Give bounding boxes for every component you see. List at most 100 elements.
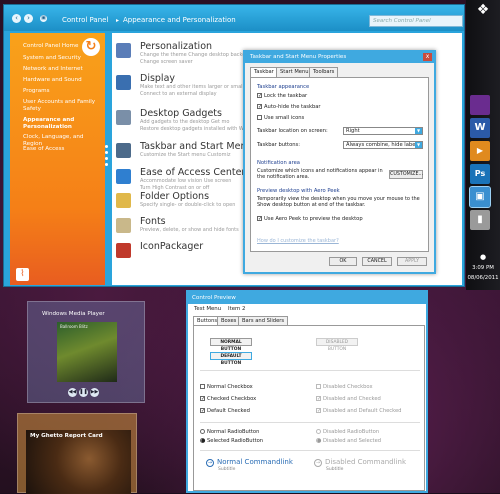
normal-radio[interactable]: Normal RadioButton (200, 429, 259, 435)
apply-button[interactable]: APPLY (397, 257, 427, 266)
sidebar-item-ease-of-access[interactable]: Ease of Access (23, 146, 103, 153)
category-title[interactable]: Folder Options (140, 191, 209, 202)
category-links[interactable]: Add gadgets to the desktop Get mo (140, 119, 250, 125)
normal-checkbox[interactable]: Normal Checkbox (200, 384, 253, 390)
sidebar-item-home[interactable]: Control Panel Home (23, 43, 103, 50)
default-button[interactable]: DEFAULT BUTTON (210, 352, 252, 366)
photoshop-icon[interactable]: Ps (470, 164, 490, 184)
previous-icon[interactable]: ◀◀ (68, 388, 77, 397)
location-label: Taskbar location on screen: (257, 128, 328, 134)
network-status-icon[interactable]: ● (466, 253, 500, 261)
search-input[interactable]: Search Control Panel (369, 15, 463, 27)
device-icon[interactable]: ▮ (470, 210, 490, 230)
default-checked-label: Default Checked (207, 408, 250, 414)
category-links-2[interactable]: Change screen saver (140, 59, 193, 65)
category-links[interactable]: Specify single- or double-click to open (140, 202, 250, 208)
checkbox-empty-icon (257, 115, 262, 120)
radio-empty-icon (316, 429, 321, 434)
divider (200, 450, 420, 451)
disabled-selected-radio-label: Disabled and Selected (323, 438, 382, 444)
normal-button[interactable]: NORMAL BUTTON (210, 338, 252, 352)
dialog-title: Taskbar and Start Menu Properties (245, 52, 434, 63)
breadcrumb-appearance[interactable]: Appearance and Personalization (123, 16, 236, 24)
group-taskbar-appearance: Taskbar appearance (257, 84, 310, 90)
forward-icon[interactable]: › (24, 14, 33, 23)
sidebar-item-hardware[interactable]: Hardware and Sound (23, 77, 103, 84)
control-panel-icon[interactable]: ▣ (469, 186, 491, 208)
category-title[interactable]: Display (140, 73, 175, 84)
media-player-title: Windows Media Player (42, 311, 105, 317)
cancel-button[interactable]: CANCEL (362, 257, 392, 266)
help-link[interactable]: How do I customize the taskbar? (257, 238, 339, 244)
small-icons-label: Use small icons (264, 115, 305, 121)
category-links[interactable]: Make text and other items larger or smal… (140, 84, 250, 90)
menu-test[interactable]: Test Menu (194, 306, 221, 312)
media-player-window: Windows Media Player Ballroom Blitz ◀◀ ❚❚… (27, 301, 145, 403)
buttons-select[interactable]: Always combine, hide labels ▼ (343, 141, 423, 149)
category-links[interactable]: Preview, delete, or show and hide fonts (140, 227, 250, 233)
category-title[interactable]: Fonts (140, 216, 166, 227)
category-links-2[interactable]: Restore desktop gadgets installed with W (140, 126, 244, 132)
disabled-radio: Disabled RadioButton (316, 429, 379, 435)
menu-item-2[interactable]: Item 2 (228, 306, 245, 312)
clock-time[interactable]: 3:09 PM (466, 265, 500, 271)
ok-button[interactable]: OK (329, 257, 357, 266)
check-icon: ✓ (316, 396, 322, 402)
lock-taskbar-label: Lock the taskbar (264, 93, 308, 99)
sidebar-item-system-security[interactable]: System and Security (23, 55, 103, 62)
aero-peek-checkbox[interactable]: ✓ Use Aero Peek to preview the desktop (257, 216, 363, 222)
category-links[interactable]: Change the theme Change desktop backgrou… (140, 52, 250, 58)
radio-selected-icon: ● (200, 438, 206, 444)
close-icon[interactable]: x (423, 53, 432, 61)
normal-commandlink-label: Normal Commandlink (217, 458, 293, 466)
category-title[interactable]: IconPackager (140, 241, 203, 252)
category-links-2[interactable]: Connect to an external display (140, 91, 217, 97)
breadcrumb-separator: ▸ (116, 17, 120, 24)
checked-checkbox[interactable]: ✓ Checked Checkbox (200, 396, 256, 402)
disabled-commandlink-subtitle: Subtitle (326, 467, 344, 472)
autohide-checkbox[interactable]: ✓ Auto-hide the taskbar (257, 104, 321, 110)
category-title[interactable]: Ease of Access Center (140, 167, 245, 178)
small-icons-checkbox[interactable]: Use small icons (257, 115, 304, 121)
media-icon[interactable]: ▶ (470, 141, 490, 161)
pause-icon[interactable]: ❚❚ (79, 388, 88, 397)
normal-commandlink[interactable]: → Normal Commandlink Subtitle (206, 458, 293, 472)
default-checked-checkbox[interactable]: ✓ Default Checked (200, 408, 250, 414)
start-button-icon[interactable]: ❖ (472, 2, 494, 20)
selected-radio-label: Selected RadioButton (207, 438, 264, 444)
disabled-commandlink: → Disabled Commandlink Subtitle (314, 458, 406, 472)
album-art-caption: Ballroom Blitz (60, 324, 88, 329)
lock-taskbar-checkbox[interactable]: ✓ Lock the taskbar (257, 93, 307, 99)
category-links[interactable]: Customize the Start menu Customiz (140, 152, 250, 158)
checked-checkbox-label: Checked Checkbox (207, 396, 257, 402)
tab-start-menu[interactable]: Start Menu (276, 67, 313, 77)
normal-radio-label: Normal RadioButton (207, 429, 260, 435)
location-select[interactable]: Right ▼ (343, 127, 423, 135)
category-title[interactable]: Desktop Gadgets (140, 108, 222, 119)
back-icon[interactable]: ‹ (12, 14, 21, 23)
disabled-default-checked-checkbox: ✓ Disabled and Default Checked (316, 408, 401, 414)
control-panel-sidebar: ↻ Control Panel Home System and Security… (10, 33, 105, 285)
group-aero-peek: Preview desktop with Aero Peek (257, 188, 340, 194)
next-icon[interactable]: ▶▶ (90, 388, 99, 397)
purple-app-icon[interactable] (470, 95, 490, 115)
rss-icon[interactable]: ⌇ (16, 268, 29, 281)
word-icon[interactable]: W (470, 118, 490, 138)
customize-button[interactable]: CUSTOMIZE... (389, 170, 423, 179)
sidebar-item-programs[interactable]: Programs (23, 88, 103, 95)
location-value: Right (346, 128, 360, 134)
category-links[interactable]: Accommodate low vision Use screen (140, 178, 250, 184)
tab-toolbars[interactable]: Toolbars (309, 67, 339, 77)
clock-date[interactable]: 08/06/2011 (466, 275, 500, 281)
dialog-body: Taskbar appearance ✓ Lock the taskbar ✓ Au… (250, 77, 429, 252)
divider (200, 422, 420, 423)
selected-radio[interactable]: ● Selected RadioButton (200, 438, 263, 444)
sidebar-item-appearance[interactable]: Appearance and Personalization (23, 117, 103, 131)
category-title[interactable]: Taskbar and Start Menu (140, 141, 252, 152)
peek-description: Temporarily view the desktop when you mo… (257, 196, 420, 208)
breadcrumb-control-panel[interactable]: Control Panel (62, 16, 108, 24)
sidebar-item-user-accounts[interactable]: User Accounts and Family Safety (23, 99, 103, 113)
sidebar-item-network[interactable]: Network and Internet (23, 66, 103, 73)
gadgets-icon (116, 110, 131, 125)
category-title[interactable]: Personalization (140, 41, 212, 52)
